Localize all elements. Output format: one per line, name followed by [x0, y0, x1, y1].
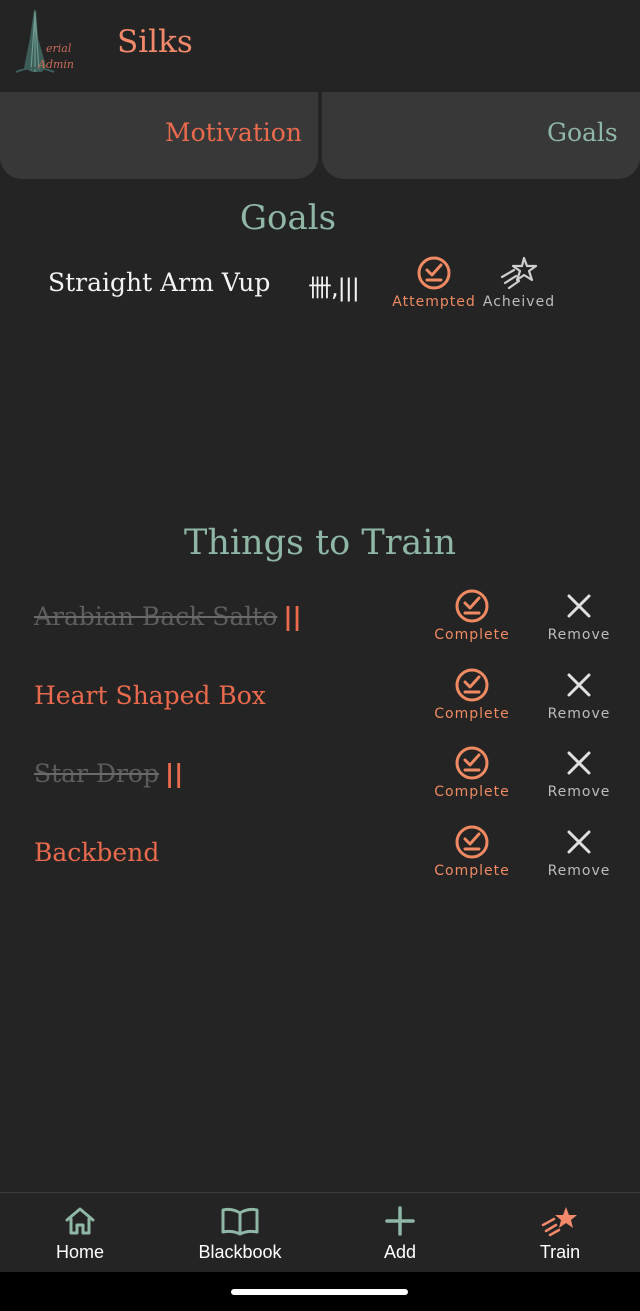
- remove-label: Remove: [547, 863, 611, 879]
- remove-label: Remove: [547, 784, 611, 800]
- check-circle-icon: [455, 746, 489, 780]
- home-icon: [65, 1207, 95, 1235]
- complete-button[interactable]: Complete: [424, 667, 520, 722]
- train-item-marks: ||: [283, 602, 302, 631]
- close-icon: [567, 594, 591, 618]
- goal-tally: 卌,|||: [308, 274, 360, 302]
- tab-goals-label: Goals: [547, 118, 618, 147]
- shooting-star-icon: [541, 1207, 577, 1237]
- complete-label: Complete: [434, 863, 510, 879]
- train-item-name: Star Drop ||: [34, 759, 184, 788]
- book-icon: [221, 1207, 259, 1236]
- nav-add-label: Add: [383, 1242, 417, 1262]
- nav-blackbook-label: Blackbook: [198, 1242, 282, 1262]
- remove-button[interactable]: Remove: [531, 745, 627, 800]
- train-item-name: Arabian Back Salto ||: [34, 602, 302, 631]
- achieved-button[interactable]: Acheived: [471, 255, 567, 310]
- attempted-button[interactable]: Attempted: [386, 255, 482, 310]
- remove-label: Remove: [547, 706, 611, 722]
- complete-button[interactable]: Complete: [424, 824, 520, 879]
- goal-row: Straight Arm Vup 卌,||| Attempted Acheive…: [0, 250, 640, 330]
- tab-bar: Motivation Goals: [0, 90, 640, 182]
- tab-motivation[interactable]: Motivation: [0, 92, 318, 179]
- train-item: Heart Shaped Box Complete Remove: [0, 667, 640, 737]
- nav-home-label: Home: [55, 1242, 104, 1262]
- train-item: Star Drop || Complete Remove: [0, 745, 640, 815]
- remove-button[interactable]: Remove: [531, 667, 627, 722]
- aerial-admin-logo: erial Admin: [15, 10, 74, 73]
- remove-label: Remove: [547, 627, 611, 643]
- complete-label: Complete: [434, 784, 510, 800]
- nav-train[interactable]: Train: [480, 1193, 640, 1273]
- train-item-name: Backbend: [34, 838, 160, 867]
- nav-blackbook[interactable]: Blackbook: [160, 1193, 320, 1273]
- train-item: Arabian Back Salto || Complete Remove: [0, 588, 640, 658]
- app-title: Silks: [117, 24, 193, 60]
- goals-section-title: Goals: [239, 198, 337, 238]
- nav-home[interactable]: Home: [0, 1193, 160, 1273]
- achieved-label: Acheived: [482, 294, 556, 310]
- complete-label: Complete: [434, 706, 510, 722]
- check-circle-icon: [417, 256, 451, 290]
- home-gesture-pill[interactable]: [231, 1289, 408, 1295]
- attempted-label: Attempted: [392, 294, 476, 310]
- close-icon: [567, 673, 591, 697]
- app-header: erial Admin Silks: [0, 0, 640, 90]
- check-circle-icon: [455, 668, 489, 702]
- shooting-star-icon: [500, 256, 538, 290]
- tab-goals[interactable]: Goals: [322, 92, 640, 179]
- plus-icon: [385, 1206, 415, 1236]
- check-circle-icon: [455, 825, 489, 859]
- train-section-title: Things to Train: [183, 523, 457, 563]
- nav-add[interactable]: Add: [320, 1193, 480, 1273]
- svg-text:Admin: Admin: [37, 58, 74, 71]
- remove-button[interactable]: Remove: [531, 588, 627, 643]
- check-circle-icon: [455, 589, 489, 623]
- train-item-name: Heart Shaped Box: [34, 681, 266, 710]
- complete-button[interactable]: Complete: [424, 745, 520, 800]
- nav-train-label: Train: [539, 1242, 581, 1262]
- system-navigation-bar: [0, 1272, 640, 1311]
- svg-text:erial: erial: [46, 42, 72, 55]
- bottom-nav: Home Blackbook Add Train: [0, 1192, 640, 1273]
- remove-button[interactable]: Remove: [531, 824, 627, 879]
- tab-motivation-label: Motivation: [165, 118, 302, 147]
- complete-label: Complete: [434, 627, 510, 643]
- complete-button[interactable]: Complete: [424, 588, 520, 643]
- train-item: Backbend Complete Remove: [0, 824, 640, 894]
- train-item-marks: ||: [165, 759, 184, 788]
- goal-name: Straight Arm Vup: [48, 268, 271, 297]
- close-icon: [567, 751, 591, 775]
- close-icon: [567, 830, 591, 854]
